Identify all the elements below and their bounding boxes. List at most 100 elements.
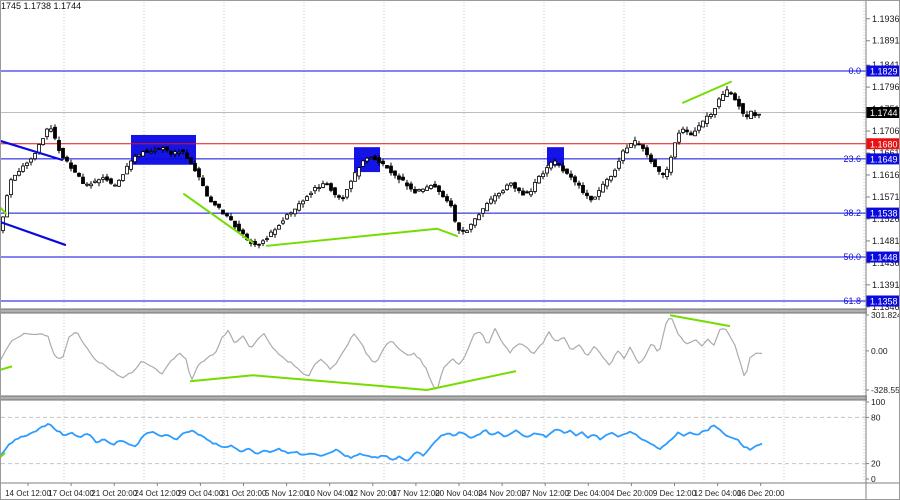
candle-body	[590, 196, 593, 200]
candle-body	[586, 193, 589, 195]
candle-body	[86, 184, 89, 185]
candle-body	[314, 187, 317, 190]
chart-canvas[interactable]: 1.19361.18911.18411.17961.17511.17061.16…	[0, 0, 900, 500]
date-tick-label: 24 Oct 12:00	[134, 489, 180, 498]
fib-500-price-badge: 1.1448	[867, 252, 900, 263]
candle-body	[270, 232, 273, 236]
candle-body	[522, 191, 525, 195]
candle-body	[562, 166, 565, 171]
candle-body	[286, 215, 289, 219]
candle-body	[546, 168, 549, 173]
fib-382-price-badge: 1.1538	[867, 208, 900, 219]
candle-body	[418, 189, 421, 190]
candle-body	[294, 209, 297, 214]
candle-body	[722, 94, 725, 100]
candle-body	[274, 230, 277, 234]
candle-body	[222, 210, 225, 214]
candle-body	[366, 158, 369, 161]
date-tick-label: 17 Nov 12:00	[392, 489, 440, 498]
candle-body	[650, 155, 653, 162]
candle-body	[10, 180, 13, 195]
panel-separator[interactable]	[0, 396, 899, 400]
oscillator-axis-label: 0.00	[871, 346, 888, 356]
candle-body	[514, 183, 517, 189]
candle-body	[358, 168, 361, 176]
candle-body	[162, 148, 165, 150]
candle-body	[686, 130, 689, 132]
candle-body	[362, 161, 365, 166]
candle-body	[130, 161, 133, 169]
candle-body	[206, 187, 209, 196]
candle-body	[666, 170, 669, 177]
date-tick-label: 21 Oct 20:00	[91, 489, 137, 498]
candle-body	[126, 166, 129, 174]
svg-text:1.1649: 1.1649	[870, 154, 898, 164]
price-tick-label: 1.1936	[872, 14, 900, 24]
candle-body	[282, 221, 285, 223]
price-tick-label: 1.1481	[872, 236, 900, 246]
candle-body	[526, 192, 529, 193]
date-tick-label: 4 Dec 20:00	[610, 489, 654, 498]
candle-body	[618, 161, 621, 168]
svg-text:1.1680: 1.1680	[870, 139, 898, 149]
candle-body	[346, 189, 349, 197]
candle-body	[730, 93, 733, 94]
candle-body	[642, 145, 645, 149]
price-tick-label: 1.1571	[872, 192, 900, 202]
candle-body	[746, 115, 749, 117]
candle-body	[118, 180, 121, 186]
candle-body	[674, 143, 677, 157]
candle-body	[662, 173, 665, 174]
candle-body	[394, 171, 397, 175]
date-tick-label: 5 Nov 12:00	[265, 489, 309, 498]
candle-body	[142, 152, 145, 156]
candle-body	[170, 151, 173, 154]
candle-body	[62, 148, 65, 157]
date-tick-label: 16 Dec 20:00	[737, 489, 785, 498]
candle-body	[710, 114, 713, 116]
candle-body	[322, 184, 325, 188]
candle-body	[694, 131, 697, 136]
candle-body	[78, 173, 81, 176]
candle-body	[502, 191, 505, 193]
candle-body	[370, 158, 373, 159]
price-axis[interactable]: 1.19361.18911.18411.17961.17511.17061.16…	[866, 1, 900, 500]
candle-body	[638, 144, 641, 145]
candle-body	[750, 111, 753, 118]
candle-body	[110, 179, 113, 183]
chart-background	[0, 0, 900, 500]
candle-body	[610, 176, 613, 180]
candle-body	[190, 158, 193, 164]
candle-body	[698, 126, 701, 130]
candle-body	[230, 217, 233, 220]
candle-body	[186, 153, 189, 159]
candle-body	[194, 163, 197, 170]
candle-body	[214, 201, 217, 205]
candle-body	[598, 191, 601, 197]
candle-body	[462, 230, 465, 231]
candle-body	[606, 180, 609, 186]
candle-body	[138, 154, 141, 156]
candle-body	[470, 224, 473, 229]
candle-body	[318, 188, 321, 189]
fib-percent-label: 0.0	[848, 66, 861, 76]
candle-body	[706, 116, 709, 123]
price-tick-label: 1.1891	[872, 36, 900, 46]
candle-body	[374, 156, 377, 160]
candle-body	[278, 226, 281, 230]
resistance-price-badge: 1.1680	[867, 138, 900, 149]
candle-body	[670, 157, 673, 172]
date-tick-label: 27 Nov 12:00	[521, 489, 569, 498]
svg-text:1.1358: 1.1358	[870, 296, 898, 306]
candle-body	[758, 114, 761, 115]
candle-body	[426, 187, 429, 190]
candle-body	[66, 157, 69, 161]
candle-body	[438, 186, 441, 192]
candle-body	[242, 230, 245, 234]
candle-body	[558, 164, 561, 165]
fib-percent-label: 61.8	[843, 296, 861, 306]
candle-body	[434, 184, 437, 187]
panel-separator[interactable]	[0, 309, 899, 313]
candle-body	[566, 169, 569, 173]
fib-618-price-badge: 1.1358	[867, 295, 900, 306]
